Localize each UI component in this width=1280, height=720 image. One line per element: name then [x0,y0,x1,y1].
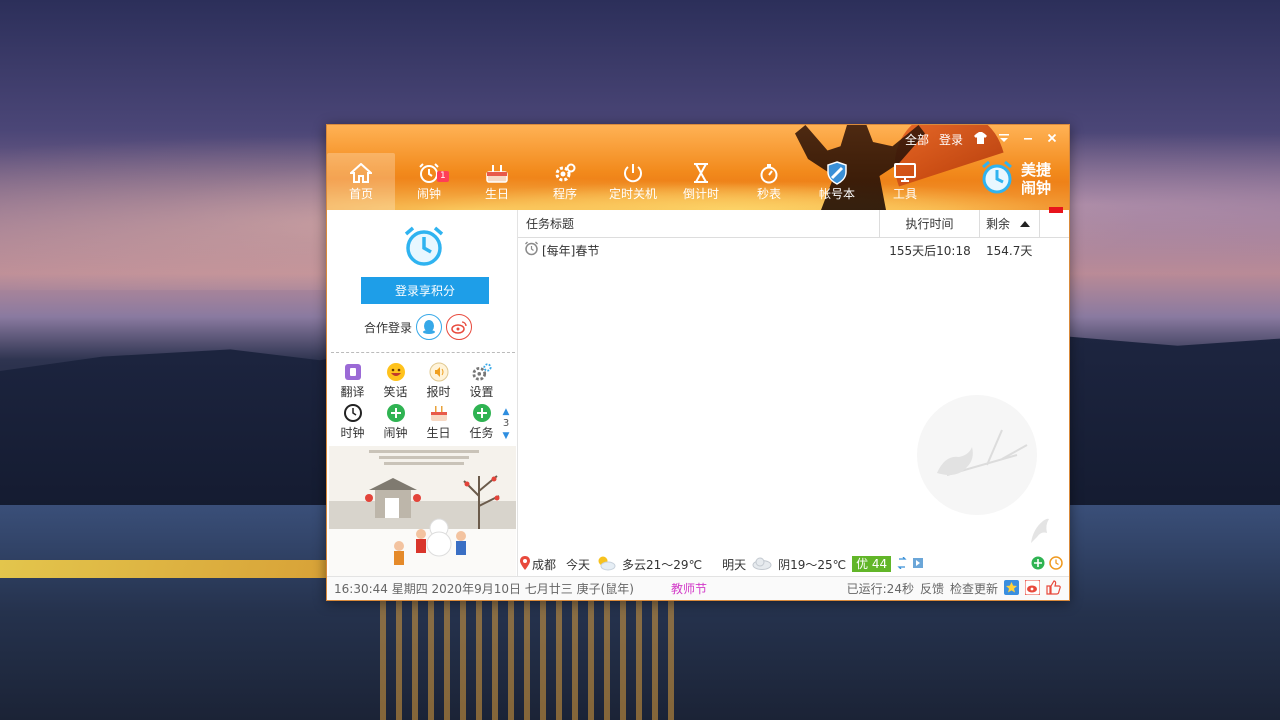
login-link[interactable]: 登录 [939,131,963,148]
column-header-title[interactable]: 任务标题 [518,209,880,238]
stopwatch-icon [757,161,781,185]
settings-icon [471,362,492,382]
cake-icon [485,161,509,185]
quick-tools: 翻译 笑话 报时 设置 时钟 闹钟 生日 任务 [331,362,517,444]
status-holiday[interactable]: 教师节 [671,580,707,597]
nav-shutdown[interactable]: 定时关机 [599,153,667,210]
nav-home[interactable]: 首页 [327,153,395,210]
skin-icon[interactable] [973,131,987,147]
column-header-time[interactable]: 执行时间 [880,209,980,238]
nav-alarm[interactable]: 1 闹钟 [395,153,463,210]
title-bar-controls: 全部 登录 [905,129,1059,149]
brand-name: 美捷闹钟 [1021,161,1052,197]
check-update-link[interactable]: 检查更新 [950,580,998,597]
alarm-clock-icon [402,224,446,268]
weibo-login-icon[interactable] [446,314,473,340]
air-quality-badge: 优 44 [852,556,892,572]
pager-up-icon[interactable]: ▲ [500,406,512,418]
bird-watermark [917,395,1037,515]
minimize-icon[interactable] [1021,132,1035,146]
home-icon [349,161,373,185]
translate-icon [343,362,363,382]
login-points-button[interactable]: 登录享积分 [361,277,489,304]
weather-today: 多云21～29℃ [622,557,703,572]
nav-program[interactable]: 程序 [531,153,599,210]
monitor-icon [893,161,917,185]
history-clock-icon[interactable] [1049,556,1063,573]
tool-clock[interactable]: 时钟 [331,403,374,444]
close-icon[interactable] [1045,132,1059,146]
plus-icon [472,403,492,423]
main-nav: 首页 1 闹钟 生日 程序 定时关机 倒计时 秒表 帐号本 工具 [327,153,939,210]
qq-login-icon[interactable] [416,314,443,340]
alarm-small-icon [524,241,539,259]
coop-login: 合作登录 [364,313,473,341]
tool-settings[interactable]: 设置 [460,362,503,403]
brand-alarm-icon [979,159,1015,199]
brand-logo: 美捷闹钟 [979,159,1057,199]
sort-ascending-icon [1020,217,1031,231]
task-time: 155天后10:18 [889,243,971,258]
gear-icon [553,161,577,185]
tool-translate[interactable]: 翻译 [331,362,374,403]
location-icon[interactable] [520,555,530,573]
status-datetime: 16:30:44 星期四 2020年9月10日 七月廿三 庚子(鼠年) [334,582,634,596]
plus-icon [386,403,406,423]
feedback-link[interactable]: 反馈 [920,580,944,597]
weather-tomorrow: 阴19～25℃ [778,557,847,572]
alarm-count-badge: 1 [437,171,449,182]
nav-birthday[interactable]: 生日 [463,153,531,210]
nav-stopwatch[interactable]: 秒表 [735,153,803,210]
weather-right-actions [1031,556,1063,573]
shield-icon [825,161,849,185]
tool-add-task[interactable]: 任务 [460,403,503,444]
left-panel: 登录享积分 合作登录 翻译 笑话 报时 设置 时钟 闹钟 生日 任务 ▲ 3 ▼ [327,210,518,576]
task-list-header: 任务标题 执行时间 剩余 [518,209,1069,238]
nav-tools[interactable]: 工具 [871,153,939,210]
holiday-banner-image[interactable] [329,446,516,576]
alarm-app-window: 全部 登录 首页 1 闹钟 生日 程序 定时关机 倒计时 秒表 帐号本 工具 美… [326,124,1070,601]
weather-tomorrow-label: 明天 [722,557,747,572]
left-divider [331,352,515,353]
status-right: 已运行:24秒 反馈 检查更新 [846,579,1061,598]
table-row[interactable]: [每年]春节 155天后10:18 154.7天 [518,238,1069,262]
weibo-share-icon[interactable] [1024,579,1041,598]
tool-joke[interactable]: 笑话 [374,362,417,403]
weather-bar: 成都 今天 多云21～29℃ 明天 阴19～25℃ 优 44 [518,553,1069,575]
wallpaper-reflection [380,600,680,720]
pager-down-icon[interactable]: ▼ [500,430,512,442]
weather-today-label: 今天 [566,557,591,572]
partly-cloudy-icon [596,555,616,574]
task-remaining: 154.7天 [986,243,1033,258]
smile-icon [386,362,406,382]
like-icon[interactable] [1046,579,1061,598]
bird-small-watermark [1027,515,1051,549]
hourglass-icon [689,161,713,185]
tool-pager: ▲ 3 ▼ [500,406,512,442]
speaker-icon [429,362,449,382]
app-header: 全部 登录 首页 1 闹钟 生日 程序 定时关机 倒计时 秒表 帐号本 工具 美… [327,125,1069,210]
coop-login-label: 合作登录 [364,320,413,335]
nav-account-book[interactable]: 帐号本 [803,153,871,210]
menu-icon[interactable] [997,132,1011,146]
cloudy-icon [752,556,772,573]
pager-number: 3 [502,418,510,429]
tool-add-alarm[interactable]: 闹钟 [374,403,417,444]
power-icon [621,161,645,185]
refresh-weather-icon[interactable] [897,556,907,572]
weather-city[interactable]: 成都 [532,556,556,573]
add-task-icon[interactable] [1031,556,1045,573]
status-bar: 16:30:44 星期四 2020年9月10日 七月廿三 庚子(鼠年) 教师节 … [327,576,1069,600]
nav-countdown[interactable]: 倒计时 [667,153,735,210]
task-title: [每年]春节 [542,243,600,258]
qzone-share-icon[interactable] [1004,579,1019,598]
clock-icon [343,403,363,423]
column-header-remaining[interactable]: 剩余 [980,209,1040,238]
tool-birthday[interactable]: 生日 [417,403,460,444]
weather-more-icon[interactable] [913,557,924,571]
status-running-time: 已运行:24秒 [846,582,914,596]
cake-icon [429,403,449,423]
all-link[interactable]: 全部 [905,131,929,148]
tool-chime[interactable]: 报时 [417,362,460,403]
